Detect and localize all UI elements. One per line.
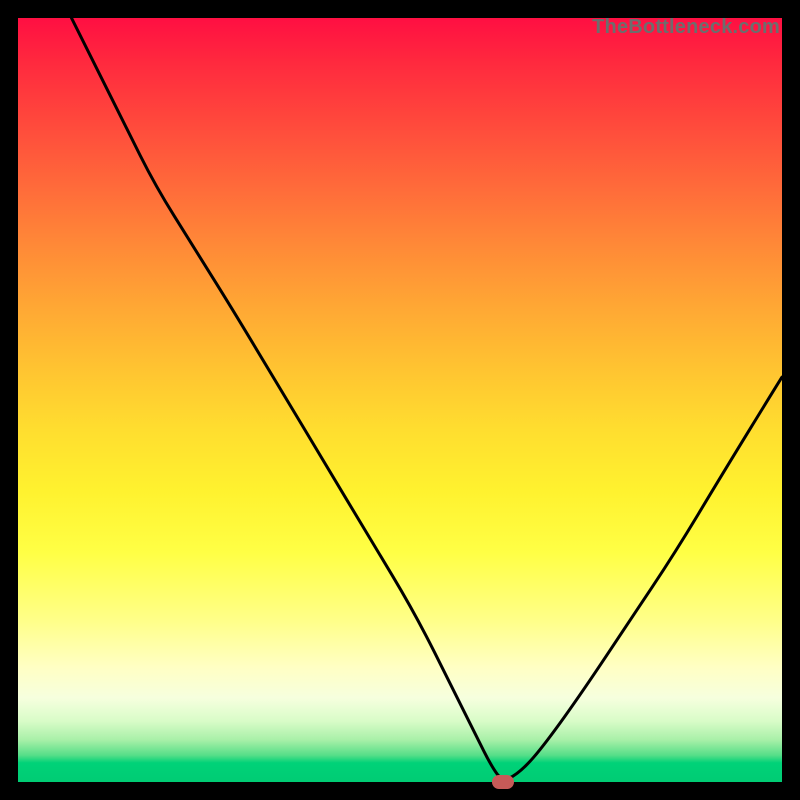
- chart-frame: TheBottleneck.com: [0, 0, 800, 800]
- minimum-marker: [492, 775, 514, 789]
- bottleneck-curve: [18, 18, 782, 782]
- plot-area: TheBottleneck.com: [18, 18, 782, 782]
